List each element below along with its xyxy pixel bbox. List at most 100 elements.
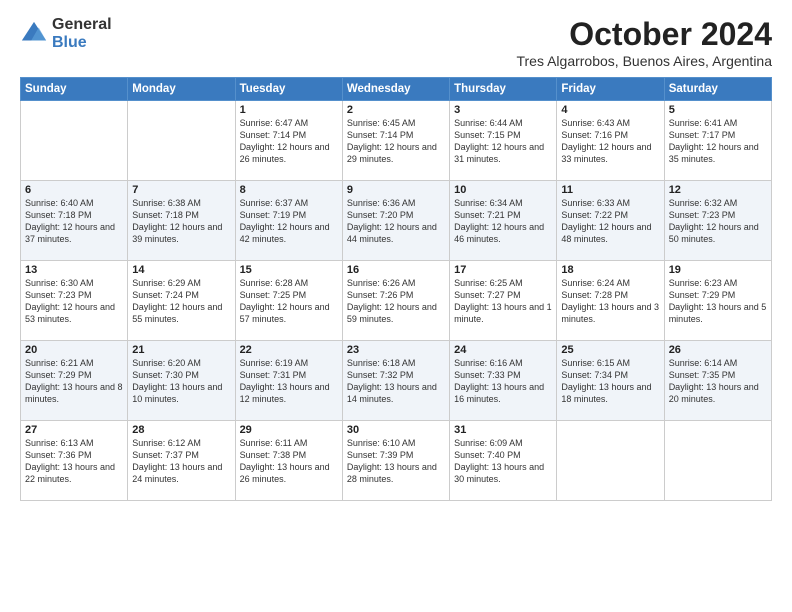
day-info: Sunrise: 6:38 AM Sunset: 7:18 PM Dayligh… — [132, 197, 230, 246]
calendar-cell: 20Sunrise: 6:21 AM Sunset: 7:29 PM Dayli… — [21, 341, 128, 421]
day-number: 19 — [669, 264, 767, 276]
day-number: 31 — [454, 424, 552, 436]
day-number: 8 — [240, 184, 338, 196]
calendar-cell: 3Sunrise: 6:44 AM Sunset: 7:15 PM Daylig… — [450, 101, 557, 181]
calendar-cell: 23Sunrise: 6:18 AM Sunset: 7:32 PM Dayli… — [342, 341, 449, 421]
calendar-cell: 22Sunrise: 6:19 AM Sunset: 7:31 PM Dayli… — [235, 341, 342, 421]
calendar-cell: 11Sunrise: 6:33 AM Sunset: 7:22 PM Dayli… — [557, 181, 664, 261]
day-number: 27 — [25, 424, 123, 436]
week-row-5: 27Sunrise: 6:13 AM Sunset: 7:36 PM Dayli… — [21, 421, 772, 501]
header: General Blue October 2024 Tres Algarrobo… — [20, 16, 772, 69]
day-number: 9 — [347, 184, 445, 196]
week-row-2: 6Sunrise: 6:40 AM Sunset: 7:18 PM Daylig… — [21, 181, 772, 261]
calendar-cell: 30Sunrise: 6:10 AM Sunset: 7:39 PM Dayli… — [342, 421, 449, 501]
day-number: 14 — [132, 264, 230, 276]
calendar-cell: 16Sunrise: 6:26 AM Sunset: 7:26 PM Dayli… — [342, 261, 449, 341]
calendar-cell: 8Sunrise: 6:37 AM Sunset: 7:19 PM Daylig… — [235, 181, 342, 261]
col-thursday: Thursday — [450, 78, 557, 101]
col-saturday: Saturday — [664, 78, 771, 101]
calendar-cell: 31Sunrise: 6:09 AM Sunset: 7:40 PM Dayli… — [450, 421, 557, 501]
calendar-body: 1Sunrise: 6:47 AM Sunset: 7:14 PM Daylig… — [21, 101, 772, 501]
calendar-table: Sunday Monday Tuesday Wednesday Thursday… — [20, 77, 772, 501]
calendar-cell: 15Sunrise: 6:28 AM Sunset: 7:25 PM Dayli… — [235, 261, 342, 341]
logo-text: General Blue — [52, 16, 112, 51]
col-tuesday: Tuesday — [235, 78, 342, 101]
day-info: Sunrise: 6:34 AM Sunset: 7:21 PM Dayligh… — [454, 197, 552, 246]
calendar-cell: 4Sunrise: 6:43 AM Sunset: 7:16 PM Daylig… — [557, 101, 664, 181]
day-number: 20 — [25, 344, 123, 356]
calendar-cell: 18Sunrise: 6:24 AM Sunset: 7:28 PM Dayli… — [557, 261, 664, 341]
day-number: 15 — [240, 264, 338, 276]
col-sunday: Sunday — [21, 78, 128, 101]
calendar-cell: 2Sunrise: 6:45 AM Sunset: 7:14 PM Daylig… — [342, 101, 449, 181]
calendar-cell: 13Sunrise: 6:30 AM Sunset: 7:23 PM Dayli… — [21, 261, 128, 341]
calendar-cell: 29Sunrise: 6:11 AM Sunset: 7:38 PM Dayli… — [235, 421, 342, 501]
calendar-cell — [557, 421, 664, 501]
day-info: Sunrise: 6:10 AM Sunset: 7:39 PM Dayligh… — [347, 437, 445, 486]
day-info: Sunrise: 6:21 AM Sunset: 7:29 PM Dayligh… — [25, 357, 123, 406]
day-info: Sunrise: 6:41 AM Sunset: 7:17 PM Dayligh… — [669, 117, 767, 166]
calendar-cell: 1Sunrise: 6:47 AM Sunset: 7:14 PM Daylig… — [235, 101, 342, 181]
day-number: 25 — [561, 344, 659, 356]
day-info: Sunrise: 6:20 AM Sunset: 7:30 PM Dayligh… — [132, 357, 230, 406]
day-number: 17 — [454, 264, 552, 276]
day-number: 4 — [561, 104, 659, 116]
logo-general-text: General — [52, 16, 112, 34]
calendar-cell: 6Sunrise: 6:40 AM Sunset: 7:18 PM Daylig… — [21, 181, 128, 261]
calendar-cell: 10Sunrise: 6:34 AM Sunset: 7:21 PM Dayli… — [450, 181, 557, 261]
col-wednesday: Wednesday — [342, 78, 449, 101]
calendar-cell: 7Sunrise: 6:38 AM Sunset: 7:18 PM Daylig… — [128, 181, 235, 261]
title-block: October 2024 Tres Algarrobos, Buenos Air… — [516, 16, 772, 69]
day-info: Sunrise: 6:15 AM Sunset: 7:34 PM Dayligh… — [561, 357, 659, 406]
calendar-cell: 19Sunrise: 6:23 AM Sunset: 7:29 PM Dayli… — [664, 261, 771, 341]
calendar-cell: 28Sunrise: 6:12 AM Sunset: 7:37 PM Dayli… — [128, 421, 235, 501]
calendar-header: Sunday Monday Tuesday Wednesday Thursday… — [21, 78, 772, 101]
calendar-cell — [664, 421, 771, 501]
day-number: 13 — [25, 264, 123, 276]
calendar-cell: 17Sunrise: 6:25 AM Sunset: 7:27 PM Dayli… — [450, 261, 557, 341]
day-info: Sunrise: 6:33 AM Sunset: 7:22 PM Dayligh… — [561, 197, 659, 246]
day-number: 16 — [347, 264, 445, 276]
day-number: 21 — [132, 344, 230, 356]
logo: General Blue — [20, 16, 112, 51]
calendar-cell: 5Sunrise: 6:41 AM Sunset: 7:17 PM Daylig… — [664, 101, 771, 181]
location: Tres Algarrobos, Buenos Aires, Argentina — [516, 53, 772, 69]
day-info: Sunrise: 6:40 AM Sunset: 7:18 PM Dayligh… — [25, 197, 123, 246]
day-number: 10 — [454, 184, 552, 196]
month-title: October 2024 — [516, 16, 772, 53]
day-number: 22 — [240, 344, 338, 356]
day-info: Sunrise: 6:29 AM Sunset: 7:24 PM Dayligh… — [132, 277, 230, 326]
day-info: Sunrise: 6:16 AM Sunset: 7:33 PM Dayligh… — [454, 357, 552, 406]
day-number: 18 — [561, 264, 659, 276]
calendar-cell — [128, 101, 235, 181]
calendar-cell: 12Sunrise: 6:32 AM Sunset: 7:23 PM Dayli… — [664, 181, 771, 261]
calendar-cell: 25Sunrise: 6:15 AM Sunset: 7:34 PM Dayli… — [557, 341, 664, 421]
day-number: 3 — [454, 104, 552, 116]
day-info: Sunrise: 6:12 AM Sunset: 7:37 PM Dayligh… — [132, 437, 230, 486]
calendar-cell: 26Sunrise: 6:14 AM Sunset: 7:35 PM Dayli… — [664, 341, 771, 421]
day-info: Sunrise: 6:44 AM Sunset: 7:15 PM Dayligh… — [454, 117, 552, 166]
day-info: Sunrise: 6:09 AM Sunset: 7:40 PM Dayligh… — [454, 437, 552, 486]
logo-icon — [20, 20, 48, 48]
day-info: Sunrise: 6:28 AM Sunset: 7:25 PM Dayligh… — [240, 277, 338, 326]
calendar-cell: 24Sunrise: 6:16 AM Sunset: 7:33 PM Dayli… — [450, 341, 557, 421]
day-number: 6 — [25, 184, 123, 196]
calendar-cell: 14Sunrise: 6:29 AM Sunset: 7:24 PM Dayli… — [128, 261, 235, 341]
col-monday: Monday — [128, 78, 235, 101]
header-row: Sunday Monday Tuesday Wednesday Thursday… — [21, 78, 772, 101]
day-info: Sunrise: 6:18 AM Sunset: 7:32 PM Dayligh… — [347, 357, 445, 406]
calendar-cell: 9Sunrise: 6:36 AM Sunset: 7:20 PM Daylig… — [342, 181, 449, 261]
day-number: 26 — [669, 344, 767, 356]
day-number: 29 — [240, 424, 338, 436]
day-number: 12 — [669, 184, 767, 196]
week-row-3: 13Sunrise: 6:30 AM Sunset: 7:23 PM Dayli… — [21, 261, 772, 341]
day-number: 28 — [132, 424, 230, 436]
week-row-1: 1Sunrise: 6:47 AM Sunset: 7:14 PM Daylig… — [21, 101, 772, 181]
day-number: 23 — [347, 344, 445, 356]
day-number: 11 — [561, 184, 659, 196]
day-info: Sunrise: 6:43 AM Sunset: 7:16 PM Dayligh… — [561, 117, 659, 166]
day-number: 2 — [347, 104, 445, 116]
calendar-cell: 27Sunrise: 6:13 AM Sunset: 7:36 PM Dayli… — [21, 421, 128, 501]
day-info: Sunrise: 6:30 AM Sunset: 7:23 PM Dayligh… — [25, 277, 123, 326]
day-info: Sunrise: 6:45 AM Sunset: 7:14 PM Dayligh… — [347, 117, 445, 166]
